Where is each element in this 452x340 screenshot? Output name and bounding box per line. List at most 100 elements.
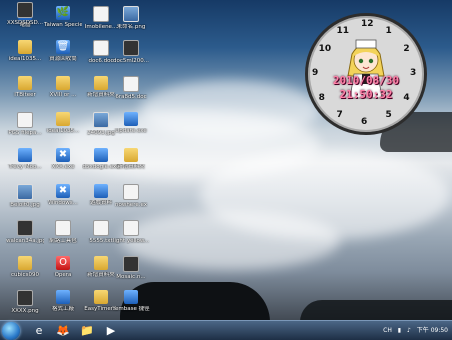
desktop-icon-label: XVIII or ... xyxy=(49,92,77,98)
desktop-icon-label: 資源回收筒 xyxy=(49,56,77,62)
desktop-icon[interactable]: XXSDSDSD... xyxy=(6,0,44,34)
desktop-icon[interactable]: doc5ml200... xyxy=(112,38,150,72)
doc-icon xyxy=(123,220,139,236)
desktop-icon[interactable]: 🌿 Taiwan Specie... xyxy=(44,4,82,38)
app-icon xyxy=(94,184,108,198)
doc-icon xyxy=(93,6,109,22)
folder-icon xyxy=(94,256,108,270)
folder-icon xyxy=(94,290,108,304)
app-icon: 🗑 xyxy=(56,40,70,54)
desktop-icon-label: Update.exe xyxy=(115,128,147,134)
desktop-icon-label: nowhere.ex xyxy=(114,202,148,208)
ie-icon[interactable]: e xyxy=(28,323,50,339)
desktop-icon[interactable]: Trevy Moo... xyxy=(6,146,44,180)
desktop-icon[interactable]: Update.exe xyxy=(112,110,150,144)
desktop-icon-label: 新增資料夾 xyxy=(117,164,145,170)
cloud xyxy=(120,210,340,270)
desktop-icon-label: Taiwan Specie... xyxy=(44,22,82,28)
app-icon xyxy=(124,290,138,304)
folder-icon xyxy=(18,256,32,270)
app-icon: ✖ xyxy=(56,148,70,162)
desktop-icon[interactable]: ✖ XXX.exe xyxy=(44,146,82,180)
desktop-icon[interactable]: PGS filepa... xyxy=(6,110,44,144)
tray-clock[interactable]: 下午 09:50 xyxy=(417,327,448,334)
desktop-icon-label: XXX.exe xyxy=(51,164,75,170)
desktop-icon-label: 網路工具包 xyxy=(49,238,77,244)
folder-icon xyxy=(18,76,32,90)
doc-icon xyxy=(93,40,109,56)
desktop-icon-label: doc5ml200... xyxy=(112,58,149,64)
desktop-icon-label: XXSDSDSD... xyxy=(7,20,43,26)
desktop[interactable]: 💻電腦🌿Taiwan Specie...Imobilene...未命名.pngi… xyxy=(0,0,452,340)
desktop-icon[interactable]: cubics090 xyxy=(6,254,44,288)
clock-gadget[interactable]: 2010/08/30 21:50:32 12 1 2 3 4 5 6 7 8 9 10 11 xyxy=(305,13,427,135)
desktop-icon[interactable]: walcan34a.jpg xyxy=(6,218,44,252)
clock-time: 21:50:32 xyxy=(339,88,393,101)
folder-icon xyxy=(124,148,138,162)
desktop-icon-label: walcan34a.jpg xyxy=(6,238,44,244)
language-indicator[interactable]: CH xyxy=(383,327,392,334)
explorer-icon[interactable]: 📁 xyxy=(76,323,98,339)
dark-icon xyxy=(17,290,33,306)
doc-icon xyxy=(17,112,33,128)
desktop-icon-label: 未命名.png xyxy=(116,24,146,30)
folder-icon xyxy=(56,76,70,90)
desktop-icon[interactable]: 網路工具包 xyxy=(44,218,82,252)
desktop-icon-label: Mosaic.n... xyxy=(116,274,146,280)
dark-icon xyxy=(123,256,139,272)
clock-number: 5 xyxy=(385,110,392,121)
clock-number: 6 xyxy=(361,117,368,127)
desktop-icon-label: Opera xyxy=(54,272,72,278)
taskbar: e 🦊 📁 ▶ CH ▮ ♪ 下午 09:50 xyxy=(0,320,452,340)
doc-icon xyxy=(123,76,139,92)
clock-number: 4 xyxy=(403,92,410,103)
desktop-icon[interactable]: 6ra8d5.doc xyxy=(112,74,150,108)
desktop-icon[interactable]: 🗑 資源回收筒 xyxy=(44,38,82,72)
desktop-icon[interactable]: XVIII or ... xyxy=(44,74,82,108)
start-button[interactable] xyxy=(2,322,20,340)
volume-icon[interactable]: ♪ xyxy=(407,327,411,334)
img-icon xyxy=(93,112,109,128)
clock-number: 8 xyxy=(318,92,325,103)
clock-number: 9 xyxy=(312,68,319,78)
desktop-icon[interactable]: ITBiteer xyxy=(6,74,44,108)
clock-number: 7 xyxy=(336,110,343,121)
desktop-icon[interactable]: 格式工廠 xyxy=(44,288,82,322)
desktop-icon[interactable]: ideal1035... xyxy=(6,38,44,72)
desktop-icon[interactable]: Mosaic.n... xyxy=(112,254,150,288)
desktop-icon[interactable]: nowhere.ex xyxy=(112,182,150,216)
desktop-icon[interactable]: light yellow... xyxy=(112,218,150,252)
desktop-icon[interactable]: O Opera xyxy=(44,254,82,288)
clock-date: 2010/08/30 xyxy=(332,74,400,87)
desktop-icon[interactable]: Beloit0.jpg xyxy=(6,182,44,216)
red-icon: O xyxy=(56,256,70,270)
doc-icon xyxy=(123,184,139,200)
app-icon: 🌿 xyxy=(56,6,70,20)
desktop-icon[interactable]: ✖ Windows... xyxy=(44,182,82,216)
desktop-icon[interactable]: XXXX.png xyxy=(6,288,44,322)
doc-icon xyxy=(93,220,109,236)
clock-number: 11 xyxy=(336,25,350,36)
desktop-icon-label: ideal1035... xyxy=(46,128,80,134)
mountain-silhouette xyxy=(300,300,452,322)
desktop-icon-label: cubics090 xyxy=(11,272,39,278)
doc-icon xyxy=(55,220,71,236)
media-icon[interactable]: ▶ xyxy=(100,323,122,339)
clock-number: 12 xyxy=(361,19,374,29)
desktop-icon-label: XXXX.png xyxy=(11,308,39,314)
clock-number: 2 xyxy=(403,43,410,54)
app-icon xyxy=(18,148,32,162)
desktop-icon[interactable]: Yembase 捷徑 xyxy=(112,288,150,322)
firefox-icon[interactable]: 🦊 xyxy=(52,323,74,339)
img-icon xyxy=(17,184,33,200)
desktop-icon[interactable]: 未命名.png xyxy=(112,4,150,38)
system-tray: CH ▮ ♪ 下午 09:50 xyxy=(379,324,448,338)
clock-number: 3 xyxy=(410,68,417,78)
network-icon[interactable]: ▮ xyxy=(398,327,401,334)
desktop-icon[interactable]: 新增資料夾 xyxy=(112,146,150,180)
folder-icon xyxy=(94,76,108,90)
folder-icon xyxy=(18,40,32,54)
desktop-icon[interactable]: ideal1035... xyxy=(44,110,82,144)
desktop-icon-label: ideal1035... xyxy=(8,56,42,62)
desktop-icon-label: PGS filepa... xyxy=(8,130,42,136)
